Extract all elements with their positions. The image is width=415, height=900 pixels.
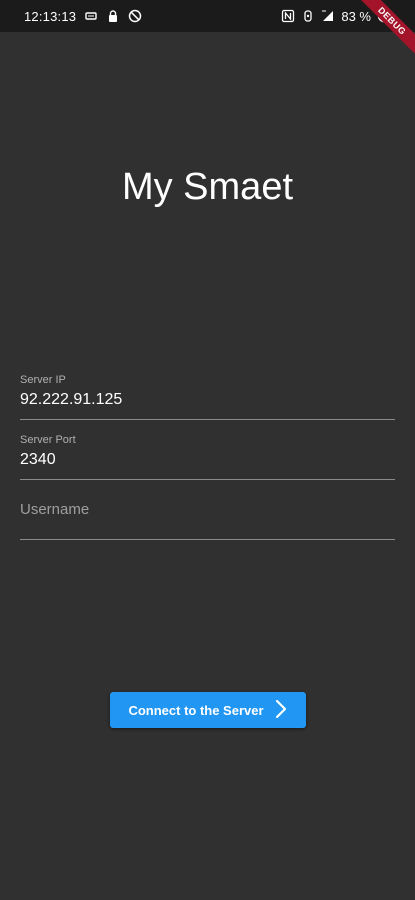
status-time: 12:13:13: [24, 8, 77, 24]
nfc-icon: [281, 9, 295, 23]
lock-icon: [106, 9, 120, 23]
username-field[interactable]: Username: [20, 499, 395, 540]
server-ip-input[interactable]: 92.222.91.125: [20, 389, 395, 411]
status-bar: 12:13:13 83 %: [0, 0, 415, 32]
page-title: My Smaet: [121, 166, 294, 208]
battery-percentage: 83 %: [341, 8, 371, 24]
server-ip-field[interactable]: Server IP 92.222.91.125: [20, 373, 395, 420]
server-ip-label: Server IP: [20, 374, 66, 386]
server-port-label: Server Port: [20, 434, 76, 446]
vibrate-icon: [301, 9, 315, 23]
connect-button-label: Connect to the Server: [128, 702, 264, 718]
app-screen: 12:13:13 83 % DEBUG My Smaet Server IP 9…: [0, 0, 415, 900]
chevron-right-icon: [274, 699, 288, 722]
server-port-input[interactable]: 2340: [20, 449, 395, 471]
status-bar-left: 12:13:13: [0, 9, 142, 24]
server-port-field[interactable]: Server Port 2340: [20, 433, 395, 480]
sim-card-icon: [84, 9, 98, 23]
username-input[interactable]: Username: [20, 499, 395, 521]
signal-icon: [321, 9, 335, 23]
connect-button[interactable]: Connect to the Server: [110, 692, 306, 728]
data-saver-icon: [128, 9, 142, 23]
